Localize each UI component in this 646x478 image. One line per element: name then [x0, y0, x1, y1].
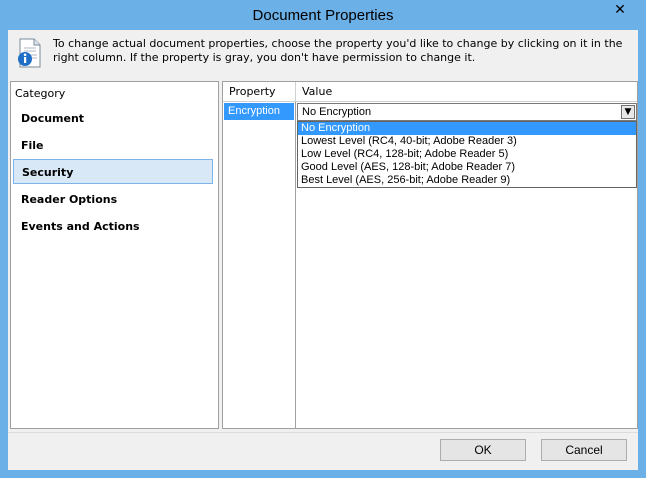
category-header: Category [15, 87, 66, 100]
category-item-events-and-actions[interactable]: Events and Actions [13, 214, 213, 239]
category-item-document[interactable]: Document [13, 106, 213, 131]
property-name-encryption[interactable]: Encryption [224, 103, 294, 120]
category-list: Category Document File Security Reader O… [10, 81, 219, 429]
encryption-select-value: No Encryption [302, 106, 372, 118]
ok-button[interactable]: OK [440, 439, 526, 461]
window-title: Document Properties [252, 7, 394, 24]
option-lowest-level[interactable]: Lowest Level (RC4, 40-bit; Adobe Reader … [298, 135, 636, 148]
encryption-dropdown-list: No Encryption Lowest Level (RC4, 40-bit;… [297, 121, 637, 188]
chevron-down-icon: ▼ [624, 107, 632, 117]
property-grid: Property Value Encryption No Encryption … [222, 81, 638, 429]
title-bar[interactable]: Document Properties ✕ [0, 0, 646, 30]
category-item-security[interactable]: Security [13, 159, 213, 184]
dropdown-arrow-button[interactable]: ▼ [621, 105, 635, 119]
footer-divider [8, 432, 638, 433]
option-low-level[interactable]: Low Level (RC4, 128-bit; Adobe Reader 5) [298, 148, 636, 161]
dialog-window: Document Properties ✕ To change actual d… [0, 0, 646, 478]
cancel-button[interactable]: Cancel [541, 439, 627, 461]
column-header-value[interactable]: Value [296, 82, 637, 102]
category-item-reader-options[interactable]: Reader Options [13, 187, 213, 212]
close-icon: ✕ [614, 2, 626, 18]
option-good-level[interactable]: Good Level (AES, 128-bit; Adobe Reader 7… [298, 161, 636, 174]
category-item-file[interactable]: File [13, 133, 213, 158]
column-header-property[interactable]: Property [223, 82, 296, 102]
option-best-level[interactable]: Best Level (AES, 256-bit; Adobe Reader 9… [298, 174, 636, 187]
instruction-text: To change actual document properties, ch… [53, 37, 623, 64]
close-button[interactable]: ✕ [600, 0, 640, 20]
encryption-select[interactable]: No Encryption ▼ [297, 103, 637, 121]
column-divider [295, 102, 296, 428]
document-info-icon [18, 38, 41, 68]
dialog-body: To change actual document properties, ch… [8, 30, 638, 470]
option-no-encryption[interactable]: No Encryption [298, 122, 636, 135]
